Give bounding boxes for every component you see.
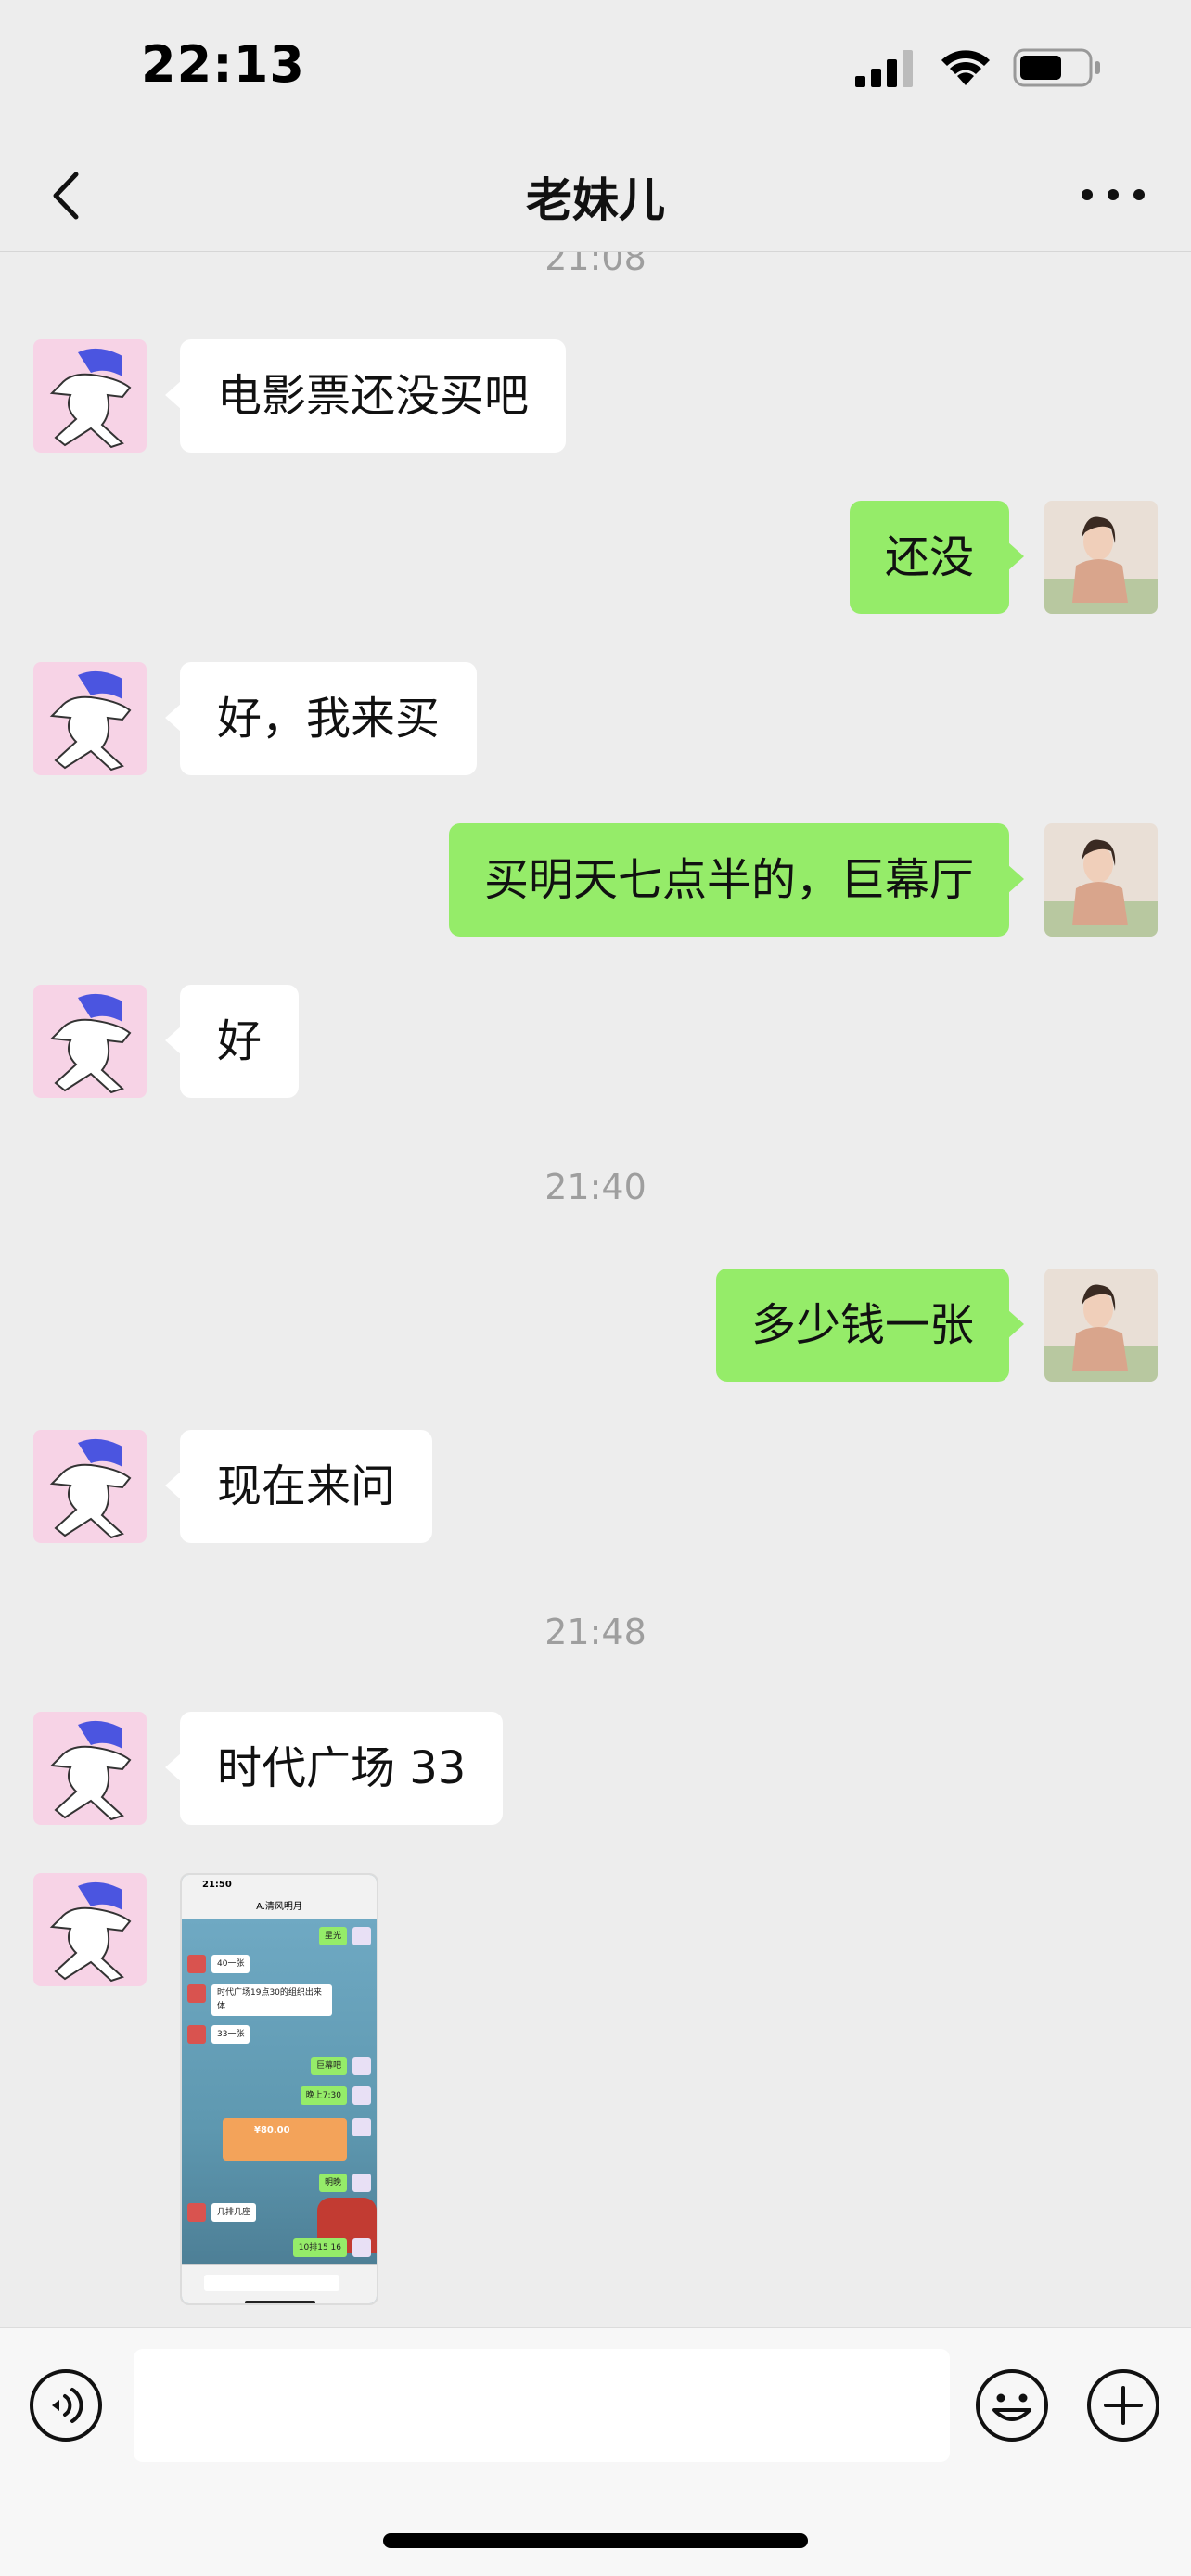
- home-indicator: [383, 2533, 808, 2548]
- thumbnail-avatar: [187, 2203, 206, 2222]
- wifi-icon: [941, 50, 990, 85]
- thumbnail-input-box: [204, 2275, 339, 2291]
- thumbnail-time: 21:50: [202, 1880, 232, 1890]
- friend-avatar[interactable]: [33, 1873, 147, 1986]
- thumbnail-avatar: [352, 2238, 371, 2257]
- figure-avatar-icon: [49, 670, 132, 772]
- message-bubble-me[interactable]: 多少钱一张: [715, 1269, 1025, 1382]
- message-bubble-friend[interactable]: 好: [164, 985, 300, 1098]
- cellular-signal-icon: [855, 50, 913, 87]
- thumbnail-avatar: [352, 2086, 371, 2105]
- thumbnail-bubble: 时代广场19点30的组织出来体: [211, 1984, 332, 2016]
- friend-avatar[interactable]: [33, 339, 147, 453]
- nav-bar: 老妹儿: [0, 139, 1191, 252]
- thumbnail-avatar: [352, 1927, 371, 1945]
- thumbnail-avatar: [352, 2174, 371, 2192]
- timestamp: 21:48: [544, 1612, 647, 1652]
- thumbnail-bubble: 33一张: [211, 2025, 250, 2044]
- thumbnail-transfer-amount: ¥80.00: [254, 2125, 290, 2136]
- message-bubble-me[interactable]: 还没: [849, 501, 1025, 614]
- status-bar: 22:13: [0, 0, 1191, 139]
- message-bubble-friend[interactable]: 电影票还没买吧: [164, 339, 567, 453]
- thumbnail-bubble: 10排15 16: [292, 2238, 347, 2257]
- plus-icon[interactable]: [1085, 2367, 1161, 2443]
- message-bubble-friend[interactable]: 现在来问: [164, 1430, 433, 1543]
- message-bubble-friend[interactable]: 好，我来买: [164, 662, 478, 775]
- friend-avatar[interactable]: [33, 985, 147, 1098]
- timestamp: 21:40: [544, 1167, 647, 1207]
- thumbnail-bubble: 几排几座: [211, 2203, 257, 2222]
- thumbnail-home-indicator: [245, 2301, 315, 2303]
- thumbnail-title: A.清风明月: [182, 1895, 377, 1920]
- status-time: 22:13: [141, 35, 305, 94]
- thumbnail-bubble: 40一张: [211, 1955, 250, 1973]
- message-input[interactable]: [134, 2349, 950, 2462]
- portrait-avatar-icon: [1044, 501, 1158, 614]
- thumbnail-bubble: 晚上7:30: [300, 2086, 347, 2105]
- thumbnail-bubble: 明晚: [318, 2174, 347, 2192]
- message-bubble-me[interactable]: 买明天七点半的，巨幕厅: [448, 823, 1025, 937]
- my-avatar[interactable]: [1044, 823, 1158, 937]
- thumbnail-transfer-card: ¥80.00: [223, 2118, 347, 2161]
- chat-area[interactable]: 21:08 电影票还没买吧 还没 好，我来买 买明天七点半的，巨幕厅 好 21:…: [0, 252, 1191, 2327]
- thumbnail-input-bar: [182, 2264, 377, 2303]
- friend-avatar[interactable]: [33, 1712, 147, 1825]
- message-bubble-friend[interactable]: 时代广场 33: [164, 1712, 504, 1825]
- more-dots-icon[interactable]: [1080, 176, 1146, 213]
- battery-icon: [1013, 48, 1100, 87]
- thumbnail-bubble: 星光: [318, 1927, 347, 1945]
- friend-avatar[interactable]: [33, 1430, 147, 1543]
- timestamp: 21:08: [544, 252, 647, 278]
- emoji-icon[interactable]: [974, 2367, 1050, 2443]
- figure-avatar-icon: [49, 1438, 132, 1539]
- figure-avatar-icon: [49, 993, 132, 1094]
- thumbnail-avatar: [187, 1955, 206, 1973]
- portrait-avatar-icon: [1044, 823, 1158, 937]
- chat-title: 老妹儿: [526, 173, 665, 227]
- image-message-screenshot[interactable]: 21:50 A.清风明月 星光 40一张 时代广场19点30的组织出来体 33一…: [180, 1873, 378, 2305]
- friend-avatar[interactable]: [33, 662, 147, 775]
- thumbnail-bubble: 巨幕吧: [310, 2057, 347, 2075]
- thumbnail-avatar: [187, 2025, 206, 2044]
- thumbnail-avatar: [187, 1984, 206, 2003]
- thumbnail-avatar: [352, 2057, 371, 2075]
- voice-icon[interactable]: [28, 2367, 104, 2443]
- figure-avatar-icon: [49, 1720, 132, 1821]
- thumbnail-avatar: [352, 2118, 371, 2136]
- portrait-avatar-icon: [1044, 1269, 1158, 1382]
- thumbnail-status-bar: 21:50: [182, 1875, 377, 1895]
- my-avatar[interactable]: [1044, 1269, 1158, 1382]
- figure-avatar-icon: [49, 348, 132, 449]
- figure-avatar-icon: [49, 1881, 132, 1983]
- my-avatar[interactable]: [1044, 501, 1158, 614]
